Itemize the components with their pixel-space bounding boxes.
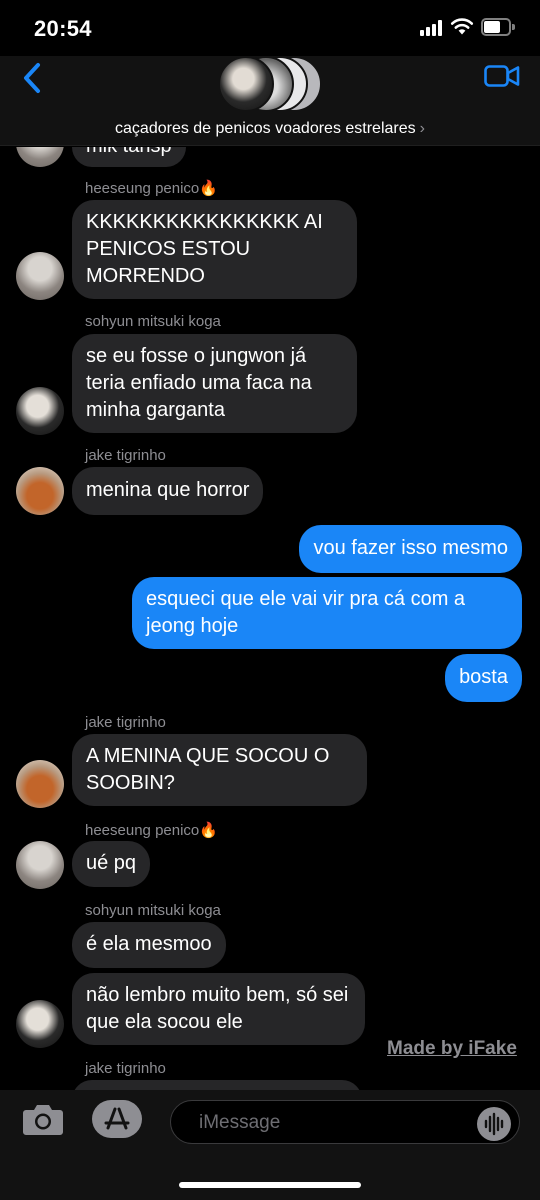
message-bubble-incoming[interactable]: KKKKKKKKKKKKKKKK AI PENICOS ESTOU MORREN… — [72, 200, 357, 299]
chevron-left-icon[interactable] — [18, 60, 46, 96]
cellular-signal-icon — [420, 20, 444, 36]
message-bubble-incoming[interactable]: menina que horror — [72, 467, 264, 515]
sender-name: jake tigrinho — [85, 714, 166, 731]
sender-name: sohyun mitsuki koga — [85, 313, 221, 330]
message-bubble-incoming[interactable]: ué pq — [72, 841, 151, 887]
avatar — [16, 147, 64, 167]
sender-name: jake tigrinho — [85, 1060, 166, 1077]
sender-name: heeseung penico🔥 — [85, 822, 218, 839]
group-name[interactable]: caçadores de penicos voadores estrelares… — [0, 120, 540, 138]
chevron-right-icon: › — [419, 120, 425, 137]
message-bubble-incoming[interactable]: é ela mesmoo — [72, 922, 226, 968]
video-camera-icon[interactable] — [484, 64, 520, 88]
group-name-label: caçadores de penicos voadores estrelares — [115, 120, 416, 137]
message-bubble-incoming[interactable] — [72, 1080, 362, 1090]
status-bar: 20:54 — [0, 0, 540, 56]
wifi-icon — [450, 18, 474, 35]
avatar — [16, 387, 64, 435]
app-store-icon[interactable] — [92, 1100, 142, 1138]
watermark: Made by iFake — [387, 1038, 517, 1059]
message-list[interactable]: mik tansp heeseung penico🔥 KKKKKKKKKKKKK… — [0, 147, 540, 1090]
message-bubble-outgoing[interactable]: bosta — [445, 654, 522, 702]
conversation-header: caçadores de penicos voadores estrelares… — [0, 56, 540, 146]
group-avatars[interactable] — [218, 56, 328, 114]
avatar — [16, 1000, 64, 1048]
avatar — [16, 841, 64, 889]
avatar — [16, 760, 64, 808]
group-avatar — [218, 56, 274, 112]
message-bubble-outgoing[interactable]: esqueci que ele vai vir pra cá com a jeo… — [132, 577, 522, 649]
message-input-bar: iMessage — [0, 1090, 540, 1200]
message-bubble-outgoing[interactable]: vou fazer isso mesmo — [299, 525, 522, 573]
imessage-placeholder: iMessage — [199, 1112, 281, 1133]
message-bubble-incoming[interactable]: A MENINA QUE SOCOU O SOOBIN? — [72, 734, 367, 806]
sender-name: jake tigrinho — [85, 447, 166, 464]
message-bubble-incoming[interactable]: não lembro muito bem, só sei que ela soc… — [72, 973, 365, 1045]
imessage-input[interactable]: iMessage — [170, 1100, 520, 1144]
message-bubble-incoming[interactable]: se eu fosse o jungwon já teria enfiado u… — [72, 334, 357, 433]
camera-icon[interactable] — [22, 1102, 64, 1136]
avatar — [16, 252, 64, 300]
audio-waveform-icon[interactable] — [477, 1107, 511, 1141]
battery-icon — [481, 18, 515, 36]
avatar — [16, 467, 64, 515]
message-bubble-incoming[interactable]: mik tansp — [72, 147, 186, 167]
sender-name: heeseung penico🔥 — [85, 180, 218, 197]
app-store-glyph-icon — [104, 1107, 130, 1130]
status-time: 20:54 — [34, 16, 92, 41]
sender-name: sohyun mitsuki koga — [85, 902, 221, 919]
home-indicator — [179, 1182, 361, 1188]
